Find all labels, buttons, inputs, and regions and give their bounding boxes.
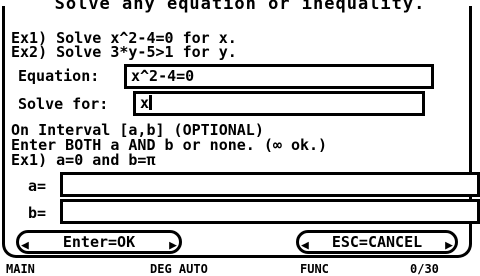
example-2-text: Ex2) Solve 3*y-5>1 for y. [11,43,237,61]
status-graph-mode: FUNC [300,262,329,276]
chevron-right-icon: ▶ [169,238,177,253]
status-mode: MAIN [6,262,35,276]
ok-button-label: Enter=OK [62,233,136,251]
cancel-button-label: ESC=CANCEL [331,233,423,251]
text-cursor [149,95,153,110]
chevron-left-icon: ◀ [21,238,29,253]
solve-for-label: Solve for: [18,95,109,113]
chevron-left-icon: ◀ [301,238,309,253]
solve-for-field[interactable]: x [133,91,425,116]
equation-value: x^2-4=0 [131,67,195,85]
interval-example: Ex1) a=0 and b=π [11,151,156,169]
chevron-right-icon: ▶ [445,238,453,253]
cancel-button[interactable]: ◀ ESC=CANCEL ▶ [296,230,458,254]
b-field[interactable] [60,199,480,224]
a-field[interactable] [60,172,480,197]
a-label: a= [28,177,47,195]
equation-field[interactable]: x^2-4=0 [124,64,434,89]
solve-for-value: x [140,94,150,112]
ok-button[interactable]: ◀ Enter=OK ▶ [16,230,182,254]
status-angle: DEG AUTO [150,262,208,276]
equation-label: Equation: [18,67,100,85]
b-label: b= [28,204,47,222]
status-history: 0/30 [410,262,439,276]
